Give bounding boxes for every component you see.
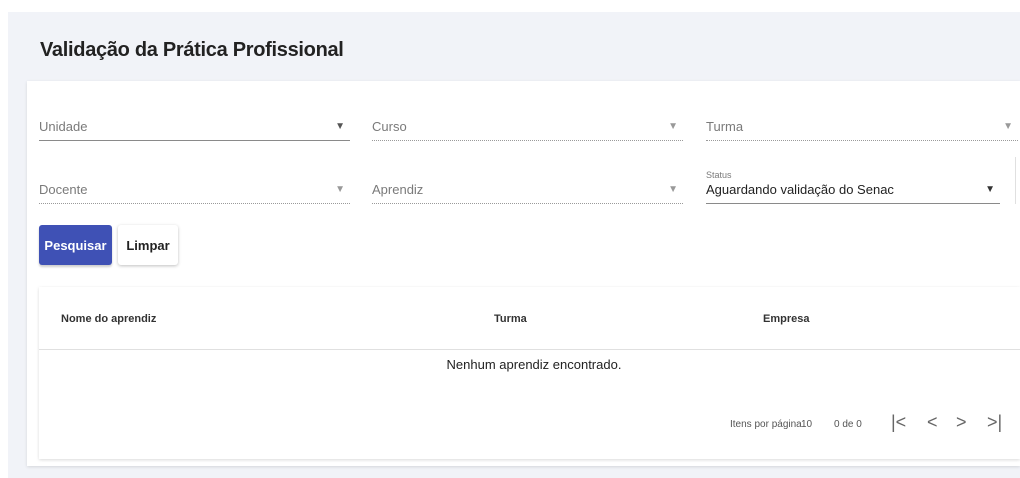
turma-underline	[706, 140, 1018, 141]
curso-select[interactable]: Curso ▼	[372, 115, 683, 141]
column-header-nome[interactable]: Nome do aprendiz	[61, 313, 156, 325]
clear-button[interactable]: Limpar	[118, 225, 178, 265]
header-divider	[39, 349, 1020, 350]
aprendiz-select[interactable]: Aprendiz ▼	[372, 178, 683, 204]
aprendiz-underline	[372, 203, 683, 204]
caret-down-icon: ▼	[668, 121, 678, 132]
column-header-empresa[interactable]: Empresa	[763, 313, 809, 325]
caret-down-icon: ▼	[985, 184, 995, 195]
items-per-page-select[interactable]: 10	[801, 419, 812, 430]
status-select[interactable]: Status Aguardando validação do Senac ▼	[706, 170, 1000, 204]
curso-label: Curso	[372, 119, 407, 134]
aprendiz-label: Aprendiz	[372, 182, 424, 197]
previous-page-icon[interactable]: <	[927, 412, 938, 433]
caret-down-icon: ▼	[668, 184, 678, 195]
status-edge	[1015, 157, 1016, 204]
page-range: 0 de 0	[834, 419, 862, 430]
results-table: Nome do aprendiz Turma Empresa Nenhum ap…	[39, 287, 1020, 459]
column-header-turma[interactable]: Turma	[494, 313, 527, 325]
caret-down-icon: ▼	[335, 121, 345, 132]
first-page-icon[interactable]: |<	[891, 412, 906, 433]
status-value: Aguardando validação do Senac	[706, 182, 894, 197]
unidade-select[interactable]: Unidade ▼	[39, 115, 350, 141]
next-page-icon[interactable]: >	[956, 412, 967, 433]
turma-label: Turma	[706, 119, 744, 134]
curso-underline	[372, 140, 683, 141]
caret-down-icon: ▼	[335, 184, 345, 195]
status-label: Status	[706, 170, 732, 180]
unidade-underline	[39, 140, 350, 141]
caret-down-icon: ▼	[1003, 121, 1013, 132]
status-underline	[706, 203, 1000, 204]
last-page-icon[interactable]: >|	[987, 412, 1002, 433]
docente-underline	[39, 203, 350, 204]
empty-message: Nenhum aprendiz encontrado.	[446, 357, 622, 372]
docente-label: Docente	[39, 182, 88, 197]
turma-select[interactable]: Turma ▼	[706, 115, 1018, 141]
unidade-label: Unidade	[39, 119, 88, 134]
search-button[interactable]: Pesquisar	[39, 225, 112, 265]
page-title: Validação da Prática Profissional	[40, 39, 344, 61]
items-per-page-label: Itens por página	[730, 419, 802, 430]
docente-select[interactable]: Docente ▼	[39, 178, 350, 204]
